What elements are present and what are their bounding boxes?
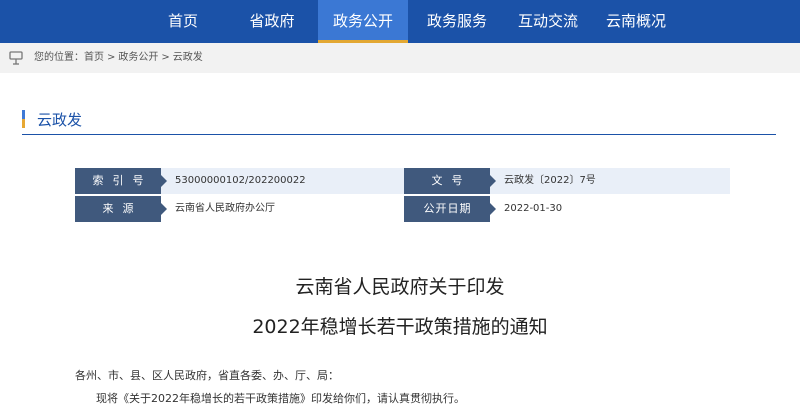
breadcrumb: 您的位置：首页 > 政务公开 > 云政发 [34,43,203,73]
document-title-line-2: 2022年稳增长若干政策措施的通知 [252,316,548,338]
section-header: 云政发 [22,107,82,131]
document-salutation: 各州、市、县、区人民政府，省直各委、办、厅、局： [75,369,339,382]
section-marker [22,110,25,128]
breadcrumb-government-affairs[interactable]: 政务公开 [118,52,158,63]
breadcrumb-separator: > [107,52,116,63]
nav-yunnan-overview[interactable]: 云南概况 [596,0,676,43]
meta-row: 来源 云南省人民政府办公厅 公开日期 2022-01-30 [75,196,730,222]
breadcrumb-bar: 您的位置：首页 > 政务公开 > 云政发 [0,43,800,73]
nav-home[interactable]: 首页 [152,0,214,43]
index-number-label: 索引号 [75,168,167,194]
meta-row: 索引号 53000000102/202200022 文号 云政发〔2022〕7号 [75,168,730,194]
source-label: 来源 [75,196,167,222]
document-number-value: 云政发〔2022〕7号 [504,175,596,186]
top-nav: 首页 省政府 政务公开 政务服务 互动交流 云南概况 [0,0,800,43]
document-paragraph: 现将《关于2022年稳增长的若干政策措施》印发给你们，请认真贯彻执行。 [96,392,465,405]
nav-government-affairs-disclosure[interactable]: 政务公开 [318,0,408,43]
nav-interaction[interactable]: 互动交流 [505,0,591,43]
publish-date-label: 公开日期 [404,196,496,222]
source-value: 云南省人民政府办公厅 [175,203,275,214]
document-title-line-1: 云南省人民政府关于印发 [295,276,505,298]
breadcrumb-home[interactable]: 首页 [84,52,104,63]
section-title: 云政发 [37,110,83,129]
nav-government-services[interactable]: 政务服务 [414,0,500,43]
breadcrumb-prefix: 您的位置： [34,52,84,63]
nav-provincial-government[interactable]: 省政府 [231,0,313,43]
breadcrumb-separator: > [161,52,170,63]
index-number-value: 53000000102/202200022 [175,175,306,186]
document-meta-table: 索引号 53000000102/202200022 文号 云政发〔2022〕7号… [75,168,730,222]
location-pin-icon [9,51,23,65]
breadcrumb-current[interactable]: 云政发 [173,52,203,63]
document-number-label: 文号 [404,168,496,194]
publish-date-value: 2022-01-30 [504,203,563,214]
section-divider [22,134,776,135]
